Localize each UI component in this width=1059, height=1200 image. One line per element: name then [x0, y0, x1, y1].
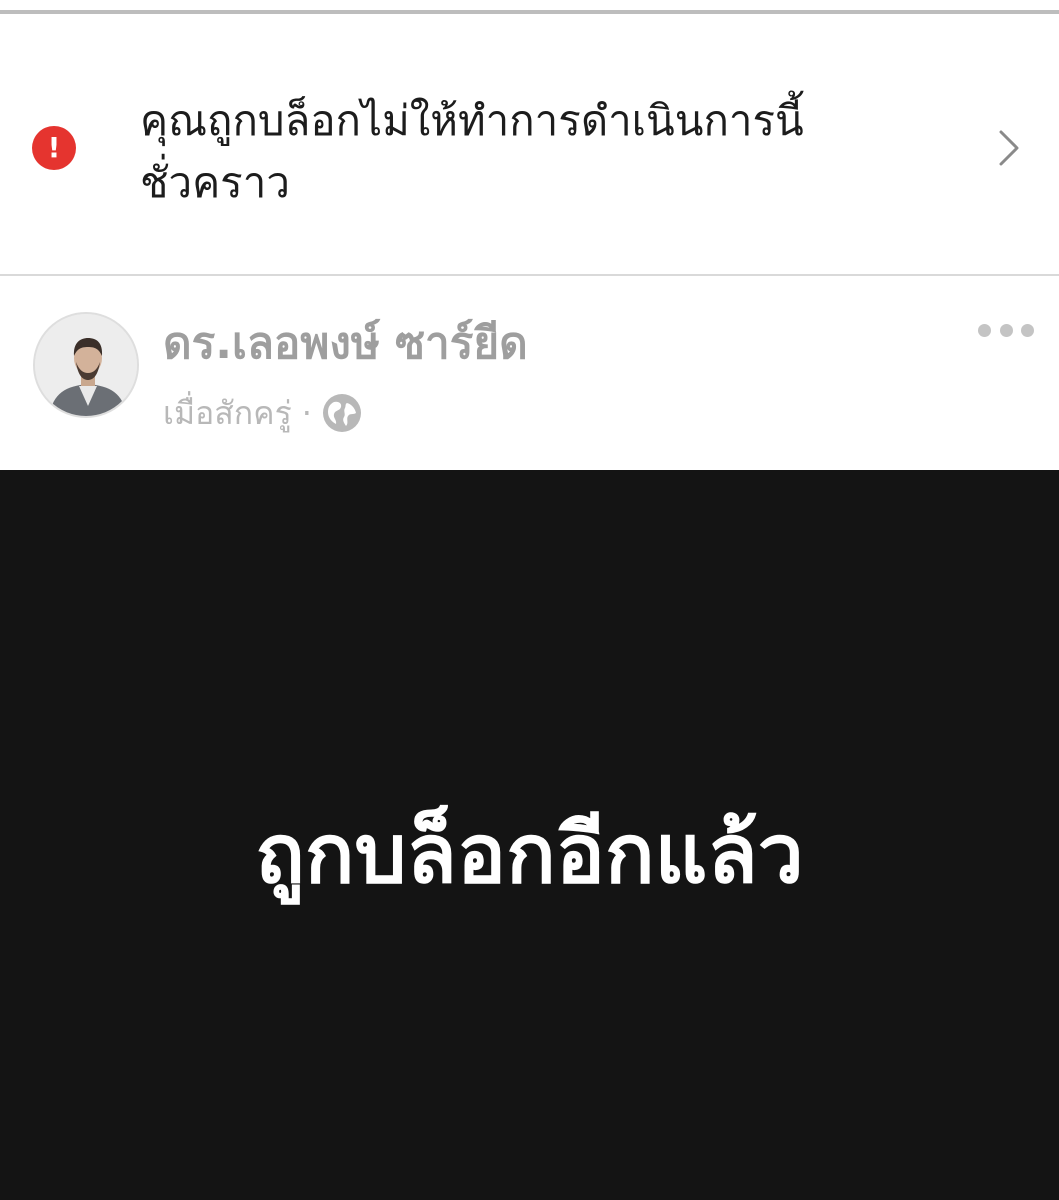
- alert-icon: !: [32, 126, 76, 170]
- post-meta: เมื่อสักครู่ ·: [163, 390, 362, 436]
- more-horizontal-icon: [1021, 323, 1034, 337]
- top-divider: [0, 0, 1059, 14]
- author-name[interactable]: ดร.เลอพงษ์ ซาร์ยีด: [163, 316, 528, 372]
- avatar[interactable]: [33, 312, 139, 418]
- more-horizontal-icon: [978, 323, 991, 337]
- avatar-portrait: [35, 314, 137, 416]
- more-horizontal-icon: [999, 323, 1013, 337]
- meta-separator: ·: [301, 394, 312, 432]
- more-options-button[interactable]: [978, 320, 1034, 340]
- chevron-right-icon[interactable]: [992, 126, 1024, 170]
- post-timestamp[interactable]: เมื่อสักครู่: [163, 388, 292, 439]
- blocked-notice-banner[interactable]: ! คุณถูกบล็อกไม่ให้ทำการดำเนินการนี้ชั่ว…: [0, 14, 1059, 276]
- post-image[interactable]: ถูกบล็อกอีกแล้ว: [0, 470, 1059, 1200]
- post-image-text: ถูกบล็อกอีกแล้ว: [255, 807, 804, 902]
- post-header: ดร.เลอพงษ์ ซาร์ยีด เมื่อสักครู่ ·: [0, 276, 1059, 470]
- globe-icon: [322, 394, 361, 432]
- blocked-notice-message: คุณถูกบล็อกไม่ให้ทำการดำเนินการนี้ชั่วคร…: [140, 96, 804, 207]
